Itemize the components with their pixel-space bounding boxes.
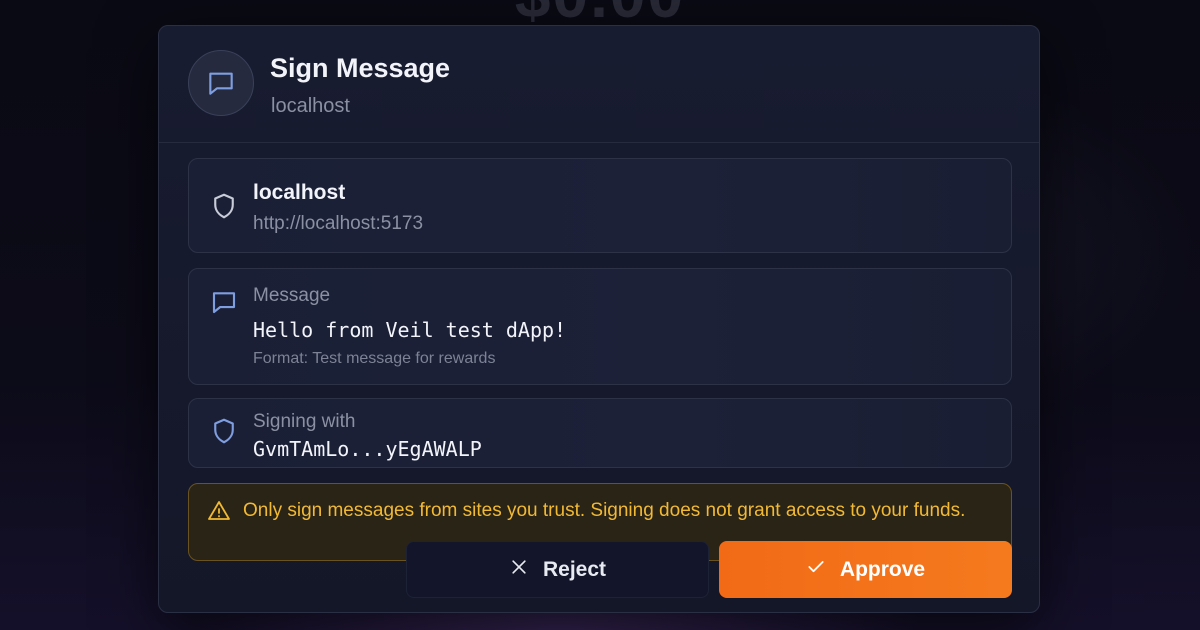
message-label: Message [253,285,331,306]
sign-message-dialog: Sign Message localhost localhost http://… [158,25,1040,613]
signer-label: Signing with [253,411,356,432]
alert-triangle-icon [207,499,231,523]
message-square-icon [188,50,254,116]
signer-card: Signing with GvmTAmLo...yEgAWALP [188,398,1012,468]
site-url: http://localhost:5173 [253,213,424,234]
shield-icon [209,191,239,221]
dialog-header: Sign Message localhost [159,26,1039,143]
signer-address: GvmTAmLo...yEgAWALP [253,437,482,461]
reject-label: Reject [542,557,607,581]
close-icon [509,557,529,583]
shield-icon [209,416,239,446]
approve-button[interactable]: Approve [719,541,1012,598]
dialog-subtitle: localhost [271,95,350,117]
message-format: Format: Test message for rewards [253,350,496,367]
message-square-icon [209,287,239,317]
reject-button[interactable]: Reject [406,541,709,598]
check-icon [806,557,826,583]
warning-text: Only sign messages from sites you trust.… [243,500,966,521]
message-text: Hello from Veil test dApp! [253,318,567,342]
dialog-title: Sign Message [270,53,451,83]
site-name: localhost [253,181,346,204]
message-card: Message Hello from Veil test dApp! Forma… [188,268,1012,385]
site-card: localhost http://localhost:5173 [188,158,1012,253]
approve-label: Approve [839,557,926,581]
